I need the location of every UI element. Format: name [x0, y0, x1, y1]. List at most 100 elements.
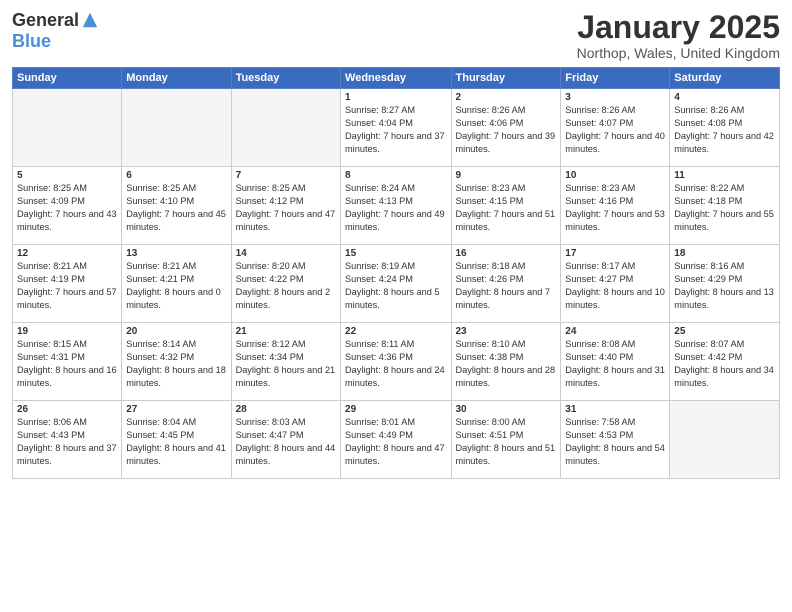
day-cell: 18Sunrise: 8:16 AMSunset: 4:29 PMDayligh… — [670, 245, 780, 323]
day-cell: 4Sunrise: 8:26 AMSunset: 4:08 PMDaylight… — [670, 89, 780, 167]
daylight-text: Daylight: 8 hours and 5 minutes. — [345, 286, 446, 312]
sunset-text: Sunset: 4:19 PM — [17, 273, 117, 286]
daylight-text: Daylight: 7 hours and 40 minutes. — [565, 130, 665, 156]
day-detail: Sunrise: 8:26 AMSunset: 4:06 PMDaylight:… — [456, 104, 557, 156]
day-cell: 15Sunrise: 8:19 AMSunset: 4:24 PMDayligh… — [341, 245, 451, 323]
sunset-text: Sunset: 4:24 PM — [345, 273, 446, 286]
daylight-text: Daylight: 7 hours and 43 minutes. — [17, 208, 117, 234]
day-cell: 31Sunrise: 7:58 AMSunset: 4:53 PMDayligh… — [561, 401, 670, 479]
sunrise-text: Sunrise: 8:24 AM — [345, 182, 446, 195]
sunrise-text: Sunrise: 8:12 AM — [236, 338, 336, 351]
day-number: 19 — [17, 326, 117, 337]
day-number: 22 — [345, 326, 446, 337]
sunset-text: Sunset: 4:07 PM — [565, 117, 665, 130]
sunrise-text: Sunrise: 8:08 AM — [565, 338, 665, 351]
week-row-0: 1Sunrise: 8:27 AMSunset: 4:04 PMDaylight… — [13, 89, 780, 167]
daylight-text: Daylight: 8 hours and 37 minutes. — [17, 442, 117, 468]
sunrise-text: Sunrise: 8:18 AM — [456, 260, 557, 273]
day-cell: 21Sunrise: 8:12 AMSunset: 4:34 PMDayligh… — [231, 323, 340, 401]
day-cell: 10Sunrise: 8:23 AMSunset: 4:16 PMDayligh… — [561, 167, 670, 245]
sunrise-text: Sunrise: 8:22 AM — [674, 182, 775, 195]
daylight-text: Daylight: 7 hours and 55 minutes. — [674, 208, 775, 234]
sunset-text: Sunset: 4:12 PM — [236, 195, 336, 208]
day-detail: Sunrise: 8:23 AMSunset: 4:15 PMDaylight:… — [456, 182, 557, 234]
title-block: January 2025 Northop, Wales, United King… — [577, 10, 780, 61]
daylight-text: Daylight: 8 hours and 24 minutes. — [345, 364, 446, 390]
day-detail: Sunrise: 7:58 AMSunset: 4:53 PMDaylight:… — [565, 416, 665, 468]
daylight-text: Daylight: 7 hours and 57 minutes. — [17, 286, 117, 312]
day-cell: 27Sunrise: 8:04 AMSunset: 4:45 PMDayligh… — [122, 401, 231, 479]
day-cell: 20Sunrise: 8:14 AMSunset: 4:32 PMDayligh… — [122, 323, 231, 401]
sunrise-text: Sunrise: 8:25 AM — [17, 182, 117, 195]
day-detail: Sunrise: 8:00 AMSunset: 4:51 PMDaylight:… — [456, 416, 557, 468]
sunrise-text: Sunrise: 7:58 AM — [565, 416, 665, 429]
day-detail: Sunrise: 8:03 AMSunset: 4:47 PMDaylight:… — [236, 416, 336, 468]
sunrise-text: Sunrise: 8:26 AM — [456, 104, 557, 117]
day-detail: Sunrise: 8:07 AMSunset: 4:42 PMDaylight:… — [674, 338, 775, 390]
day-cell: 14Sunrise: 8:20 AMSunset: 4:22 PMDayligh… — [231, 245, 340, 323]
day-detail: Sunrise: 8:12 AMSunset: 4:34 PMDaylight:… — [236, 338, 336, 390]
sunset-text: Sunset: 4:15 PM — [456, 195, 557, 208]
day-detail: Sunrise: 8:22 AMSunset: 4:18 PMDaylight:… — [674, 182, 775, 234]
day-number: 16 — [456, 248, 557, 259]
sunset-text: Sunset: 4:31 PM — [17, 351, 117, 364]
day-number: 8 — [345, 170, 446, 181]
sunset-text: Sunset: 4:26 PM — [456, 273, 557, 286]
day-detail: Sunrise: 8:19 AMSunset: 4:24 PMDaylight:… — [345, 260, 446, 312]
sunset-text: Sunset: 4:04 PM — [345, 117, 446, 130]
day-cell: 25Sunrise: 8:07 AMSunset: 4:42 PMDayligh… — [670, 323, 780, 401]
sunrise-text: Sunrise: 8:19 AM — [345, 260, 446, 273]
sunrise-text: Sunrise: 8:20 AM — [236, 260, 336, 273]
daylight-text: Daylight: 8 hours and 16 minutes. — [17, 364, 117, 390]
sunset-text: Sunset: 4:36 PM — [345, 351, 446, 364]
day-cell: 17Sunrise: 8:17 AMSunset: 4:27 PMDayligh… — [561, 245, 670, 323]
daylight-text: Daylight: 8 hours and 41 minutes. — [126, 442, 226, 468]
sunset-text: Sunset: 4:42 PM — [674, 351, 775, 364]
daylight-text: Daylight: 8 hours and 21 minutes. — [236, 364, 336, 390]
day-detail: Sunrise: 8:24 AMSunset: 4:13 PMDaylight:… — [345, 182, 446, 234]
day-detail: Sunrise: 8:23 AMSunset: 4:16 PMDaylight:… — [565, 182, 665, 234]
day-detail: Sunrise: 8:18 AMSunset: 4:26 PMDaylight:… — [456, 260, 557, 312]
sunset-text: Sunset: 4:45 PM — [126, 429, 226, 442]
day-cell: 8Sunrise: 8:24 AMSunset: 4:13 PMDaylight… — [341, 167, 451, 245]
daylight-text: Daylight: 7 hours and 47 minutes. — [236, 208, 336, 234]
calendar-title: January 2025 — [577, 10, 780, 45]
sunset-text: Sunset: 4:06 PM — [456, 117, 557, 130]
sunset-text: Sunset: 4:34 PM — [236, 351, 336, 364]
sunrise-text: Sunrise: 8:10 AM — [456, 338, 557, 351]
day-cell: 2Sunrise: 8:26 AMSunset: 4:06 PMDaylight… — [451, 89, 561, 167]
logo-general-text: General — [12, 10, 79, 31]
calendar-table: Sunday Monday Tuesday Wednesday Thursday… — [12, 67, 780, 479]
daylight-text: Daylight: 7 hours and 45 minutes. — [126, 208, 226, 234]
logo: General Blue — [12, 10, 99, 52]
col-monday: Monday — [122, 68, 231, 89]
day-detail: Sunrise: 8:01 AMSunset: 4:49 PMDaylight:… — [345, 416, 446, 468]
calendar-subtitle: Northop, Wales, United Kingdom — [577, 45, 780, 61]
sunrise-text: Sunrise: 8:21 AM — [126, 260, 226, 273]
day-cell: 30Sunrise: 8:00 AMSunset: 4:51 PMDayligh… — [451, 401, 561, 479]
sunrise-text: Sunrise: 8:11 AM — [345, 338, 446, 351]
day-detail: Sunrise: 8:06 AMSunset: 4:43 PMDaylight:… — [17, 416, 117, 468]
daylight-text: Daylight: 8 hours and 18 minutes. — [126, 364, 226, 390]
day-detail: Sunrise: 8:11 AMSunset: 4:36 PMDaylight:… — [345, 338, 446, 390]
sunrise-text: Sunrise: 8:16 AM — [674, 260, 775, 273]
col-saturday: Saturday — [670, 68, 780, 89]
daylight-text: Daylight: 8 hours and 51 minutes. — [456, 442, 557, 468]
day-cell: 26Sunrise: 8:06 AMSunset: 4:43 PMDayligh… — [13, 401, 122, 479]
sunset-text: Sunset: 4:18 PM — [674, 195, 775, 208]
day-detail: Sunrise: 8:15 AMSunset: 4:31 PMDaylight:… — [17, 338, 117, 390]
header-row: Sunday Monday Tuesday Wednesday Thursday… — [13, 68, 780, 89]
sunrise-text: Sunrise: 8:26 AM — [674, 104, 775, 117]
day-number: 17 — [565, 248, 665, 259]
sunset-text: Sunset: 4:22 PM — [236, 273, 336, 286]
day-cell: 12Sunrise: 8:21 AMSunset: 4:19 PMDayligh… — [13, 245, 122, 323]
sunset-text: Sunset: 4:29 PM — [674, 273, 775, 286]
day-cell: 1Sunrise: 8:27 AMSunset: 4:04 PMDaylight… — [341, 89, 451, 167]
sunset-text: Sunset: 4:09 PM — [17, 195, 117, 208]
day-detail: Sunrise: 8:20 AMSunset: 4:22 PMDaylight:… — [236, 260, 336, 312]
page: General Blue January 2025 Northop, Wales… — [0, 0, 792, 612]
day-detail: Sunrise: 8:04 AMSunset: 4:45 PMDaylight:… — [126, 416, 226, 468]
daylight-text: Daylight: 7 hours and 53 minutes. — [565, 208, 665, 234]
daylight-text: Daylight: 8 hours and 2 minutes. — [236, 286, 336, 312]
day-detail: Sunrise: 8:17 AMSunset: 4:27 PMDaylight:… — [565, 260, 665, 312]
